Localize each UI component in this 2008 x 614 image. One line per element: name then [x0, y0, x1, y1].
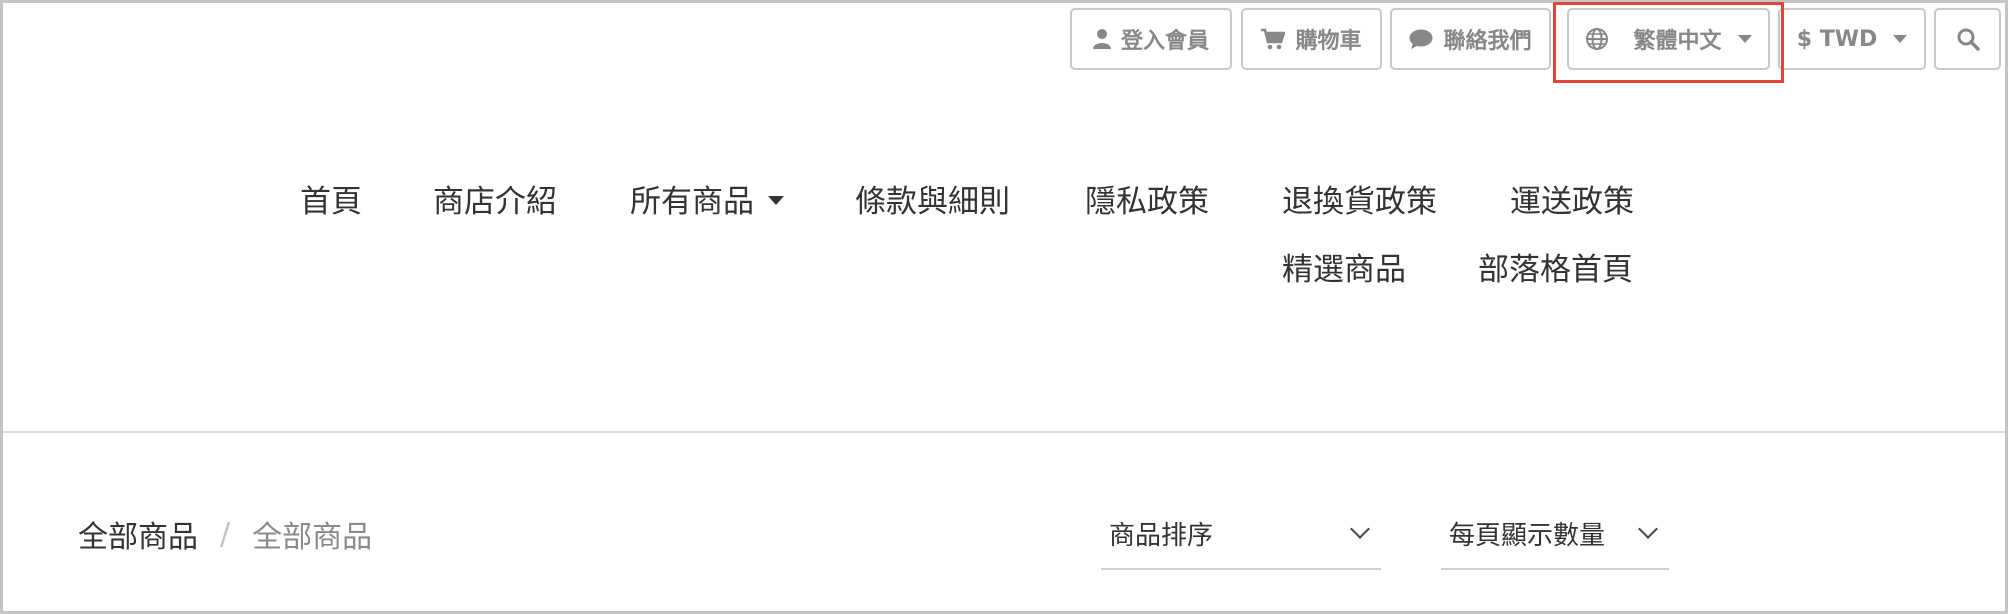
chevron-down-icon — [1638, 519, 1658, 539]
nav-blog-label: 部落格首頁 — [1478, 252, 1633, 288]
contact-label: 聯絡我們 — [1443, 29, 1532, 54]
nav-privacy[interactable]: 隱私政策 — [1085, 176, 1209, 221]
cart-label: 購物車 — [1295, 29, 1362, 54]
breadcrumb: 全部商品 / 全部商品 — [78, 512, 372, 556]
nav-featured-label: 精選商品 — [1282, 252, 1406, 288]
login-label: 登入會員 — [1120, 29, 1209, 54]
nav-privacy-label: 隱私政策 — [1085, 184, 1209, 220]
per-page-select[interactable]: 每頁顯示數量 — [1441, 498, 1669, 570]
nav-shipping[interactable]: 運送政策 — [1510, 176, 1634, 221]
header-divider — [3, 431, 2005, 433]
cart-button[interactable]: 購物車 — [1241, 8, 1382, 70]
breadcrumb-separator: / — [220, 516, 231, 552]
breadcrumb-root[interactable]: 全部商品 — [78, 512, 198, 556]
nav-about[interactable]: 商店介紹 — [433, 176, 557, 221]
login-button[interactable]: 登入會員 — [1070, 8, 1232, 70]
nav-returns-label: 退換貨政策 — [1282, 184, 1437, 220]
language-select[interactable]: 繁體中文 — [1567, 8, 1770, 70]
nav-products-label: 所有商品 — [630, 184, 754, 220]
nav-featured[interactable]: 精選商品 — [1282, 244, 1406, 289]
nav-terms[interactable]: 條款與細則 — [855, 176, 1010, 221]
currency-select[interactable]: $ TWD — [1778, 8, 1926, 70]
cart-icon — [1261, 28, 1286, 50]
search-icon — [1957, 28, 1980, 51]
nav-returns[interactable]: 退換貨政策 — [1282, 176, 1437, 221]
contact-button[interactable]: 聯絡我們 — [1390, 8, 1551, 70]
currency-label: $ TWD — [1796, 26, 1878, 52]
nav-products[interactable]: 所有商品 — [630, 176, 784, 221]
chevron-down-icon — [768, 196, 784, 205]
chevron-down-icon — [1737, 35, 1752, 43]
language-label: 繁體中文 — [1633, 29, 1722, 54]
search-button[interactable] — [1934, 8, 2001, 70]
nav-home-label: 首頁 — [300, 184, 362, 220]
sort-select[interactable]: 商品排序 — [1101, 498, 1381, 570]
per-page-select-label: 每頁顯示數量 — [1449, 520, 1606, 551]
globe-icon — [1586, 28, 1609, 50]
nav-terms-label: 條款與細則 — [855, 184, 1010, 220]
nav-shipping-label: 運送政策 — [1510, 184, 1634, 220]
sort-select-label: 商品排序 — [1109, 520, 1214, 551]
chevron-down-icon — [1893, 35, 1908, 43]
chat-bubble-icon — [1409, 29, 1433, 49]
chevron-down-icon — [1350, 519, 1370, 539]
nav-blog[interactable]: 部落格首頁 — [1478, 244, 1633, 289]
breadcrumb-current: 全部商品 — [252, 520, 373, 555]
nav-home[interactable]: 首頁 — [300, 176, 362, 221]
user-icon — [1092, 29, 1111, 49]
nav-about-label: 商店介紹 — [433, 184, 557, 220]
